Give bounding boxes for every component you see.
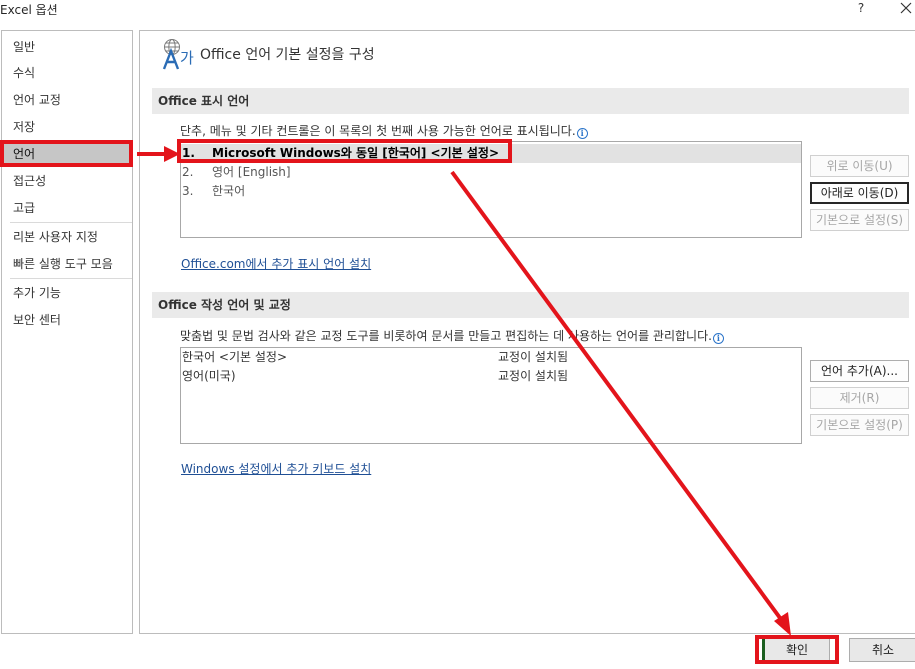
annotation-arrows: [137, 146, 791, 636]
annotation-arrow-right: [137, 146, 180, 162]
annotation-arrow-to-ok: [450, 170, 791, 636]
